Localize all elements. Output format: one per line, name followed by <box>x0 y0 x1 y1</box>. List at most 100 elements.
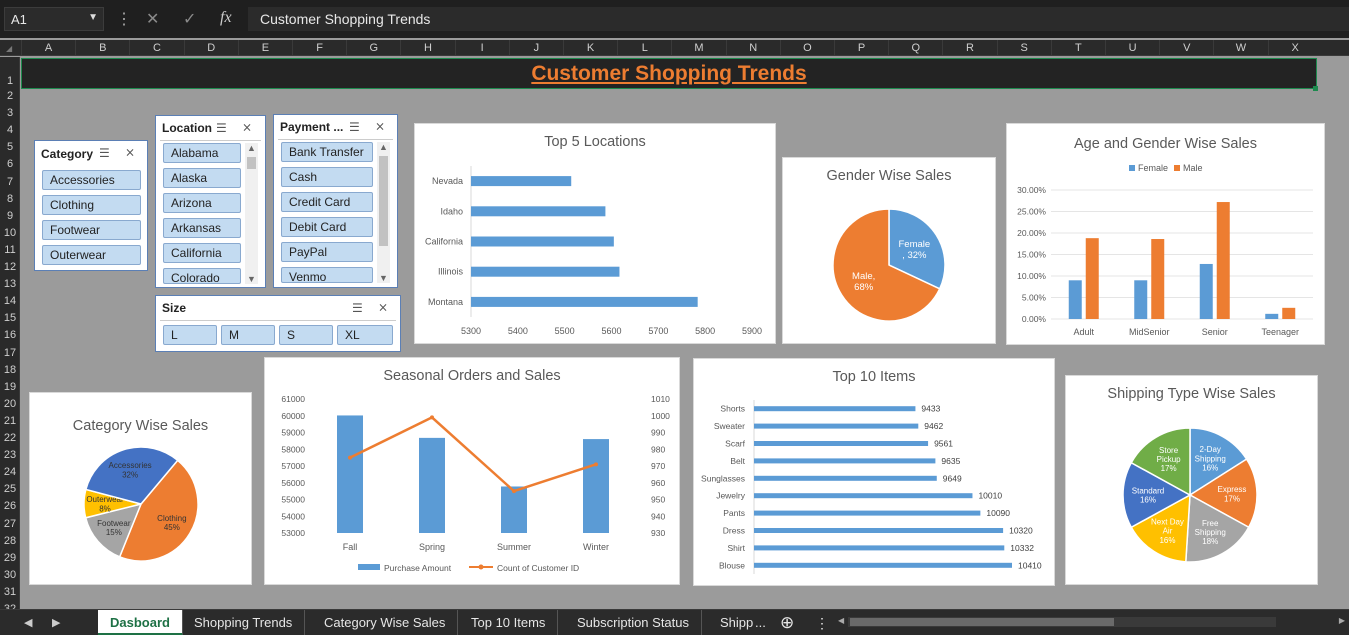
row-header-21[interactable]: 21 <box>0 415 19 427</box>
chart-gender[interactable]: Gender Wise Sales Female, 32% Male, 68% <box>782 157 996 344</box>
select-all-corner[interactable]: ◢ <box>0 40 20 56</box>
row-header-26[interactable]: 26 <box>0 500 19 512</box>
row-header-8[interactable]: 8 <box>0 193 19 205</box>
scroll-tabs-left-icon[interactable]: ◀ <box>24 610 32 635</box>
row-header-9[interactable]: 9 <box>0 210 19 222</box>
slicer-item[interactable]: Bank Transfer <box>281 142 373 162</box>
row-header-16[interactable]: 16 <box>0 329 19 341</box>
tab-dasboard[interactable]: Dasboard <box>98 610 183 635</box>
chevron-down-icon[interactable]: ▼ <box>245 274 258 284</box>
slicer-item[interactable]: Colorado <box>163 268 241 284</box>
scroll-tabs-right-icon[interactable]: ▶ <box>52 610 60 635</box>
column-header-o[interactable]: O <box>779 40 834 56</box>
row-header-25[interactable]: 25 <box>0 483 19 495</box>
scroll-right-icon[interactable]: ▶ <box>1339 616 1345 625</box>
slicer-item[interactable]: Arkansas <box>163 218 241 238</box>
multi-select-icon[interactable]: ☰ <box>349 120 360 134</box>
row-header-27[interactable]: 27 <box>0 518 19 530</box>
row-header-15[interactable]: 15 <box>0 312 19 324</box>
column-header-x[interactable]: X <box>1267 40 1322 56</box>
chart-top10-items[interactable]: Top 10 Items Shorts 9433 Sweater 9462 Scarf 9… <box>693 358 1055 586</box>
column-header-w[interactable]: W <box>1213 40 1267 56</box>
column-header-c[interactable]: C <box>129 40 183 56</box>
column-header-n[interactable]: N <box>725 40 780 56</box>
row-header-18[interactable]: 18 <box>0 364 19 376</box>
slicer-item[interactable]: PayPal <box>281 242 373 262</box>
row-header-12[interactable]: 12 <box>0 261 19 273</box>
row-header-17[interactable]: 17 <box>0 347 19 359</box>
row-header-19[interactable]: 19 <box>0 381 19 393</box>
slicer-scrollbar[interactable]: ▲ ▼ <box>245 143 258 284</box>
row-header-13[interactable]: 13 <box>0 278 19 290</box>
row-header-29[interactable]: 29 <box>0 552 19 564</box>
clear-filter-icon[interactable]: ⨯ <box>242 120 252 134</box>
column-header-v[interactable]: V <box>1159 40 1213 56</box>
chart-shipping[interactable]: Shipping Type Wise Sales 2-Day Shipping 16… <box>1065 375 1318 585</box>
row-header-20[interactable]: 20 <box>0 398 19 410</box>
tab-category-wise-sales[interactable]: Category Wise Sales <box>312 610 459 635</box>
chevron-down-icon[interactable]: ▼ <box>377 273 390 283</box>
clear-filter-icon[interactable]: ⨯ <box>125 145 135 159</box>
column-header-p[interactable]: P <box>834 40 888 56</box>
horizontal-scrollbar[interactable]: ◀ ▶ <box>836 610 1349 634</box>
slicer-item[interactable]: Alaska <box>163 168 241 188</box>
column-header-b[interactable]: B <box>75 40 129 56</box>
column-header-s[interactable]: S <box>996 40 1051 56</box>
column-header-q[interactable]: Q <box>888 40 942 56</box>
row-header-22[interactable]: 22 <box>0 432 19 444</box>
slicer-item[interactable]: Credit Card <box>281 192 373 212</box>
chart-top5-locations[interactable]: Top 5 Locations 5300 5400 5500 5600 5700 5800… <box>414 123 776 344</box>
slicer-item[interactable]: California <box>163 243 241 263</box>
row-header-30[interactable]: 30 <box>0 569 19 581</box>
multi-select-icon[interactable]: ☰ <box>216 121 227 135</box>
row-header-23[interactable]: 23 <box>0 449 19 461</box>
multi-select-icon[interactable]: ☰ <box>99 146 110 160</box>
tab-subscription-status[interactable]: Subscription Status <box>565 610 703 635</box>
slicer-item[interactable]: L <box>163 325 217 345</box>
row-header-2[interactable]: 2 <box>0 90 19 102</box>
cancel-icon[interactable]: ✕ <box>146 9 159 29</box>
scroll-thumb[interactable] <box>247 157 256 169</box>
row-header-5[interactable]: 5 <box>0 141 19 153</box>
slicer-item[interactable]: Accessories <box>42 170 141 190</box>
row-header-1[interactable]: 1 <box>0 75 19 87</box>
column-header-m[interactable]: M <box>671 40 725 56</box>
chevron-up-icon[interactable]: ▲ <box>245 143 258 153</box>
row-header-4[interactable]: 4 <box>0 124 19 136</box>
column-header-t[interactable]: T <box>1050 40 1105 56</box>
slicer-item[interactable]: XL <box>337 325 393 345</box>
enter-icon[interactable]: ✓ <box>183 9 196 29</box>
chart-category[interactable]: Category Wise Sales Clothing 45% Footwear 1… <box>29 392 252 585</box>
column-header-u[interactable]: U <box>1105 40 1159 56</box>
column-header-h[interactable]: H <box>400 40 454 56</box>
chart-age-gender[interactable]: Age and Gender Wise Sales 0.00% 5.00% 10.0… <box>1006 123 1325 345</box>
tab-shopping-trends[interactable]: Shopping Trends <box>182 610 306 635</box>
more-options-icon[interactable]: ⋮ <box>815 610 829 635</box>
row-header-14[interactable]: 14 <box>0 295 19 307</box>
slicer-item[interactable]: Debit Card <box>281 217 373 237</box>
slicer-item[interactable]: Arizona <box>163 193 241 213</box>
row-header-3[interactable]: 3 <box>0 107 19 119</box>
slicer-scrollbar[interactable]: ▲ ▼ <box>377 142 390 283</box>
column-header-i[interactable]: I <box>454 40 509 56</box>
column-header-a[interactable]: A <box>21 40 75 56</box>
row-header-10[interactable]: 10 <box>0 227 19 239</box>
row-header-24[interactable]: 24 <box>0 466 19 478</box>
chevron-up-icon[interactable]: ▲ <box>377 142 390 152</box>
row-header-31[interactable]: 31 <box>0 586 19 598</box>
dashboard-title-cell[interactable]: Customer Shopping Trends <box>21 58 1317 89</box>
tab-overflow[interactable]: ... <box>755 610 766 635</box>
row-header-6[interactable]: 6 <box>0 158 19 170</box>
column-header-d[interactable]: D <box>183 40 238 56</box>
slicer-item[interactable]: S <box>279 325 333 345</box>
clear-filter-icon[interactable]: ⨯ <box>378 300 388 314</box>
column-header-g[interactable]: G <box>346 40 400 56</box>
more-options-icon[interactable]: ⋮ <box>116 9 132 29</box>
chevron-down-icon[interactable]: ▼ <box>88 12 98 23</box>
column-header-r[interactable]: R <box>942 40 996 56</box>
fill-handle[interactable] <box>1313 86 1318 91</box>
slicer-item[interactable]: M <box>221 325 275 345</box>
scroll-thumb[interactable] <box>379 156 388 246</box>
column-header-e[interactable]: E <box>237 40 292 56</box>
row-header-28[interactable]: 28 <box>0 535 19 547</box>
